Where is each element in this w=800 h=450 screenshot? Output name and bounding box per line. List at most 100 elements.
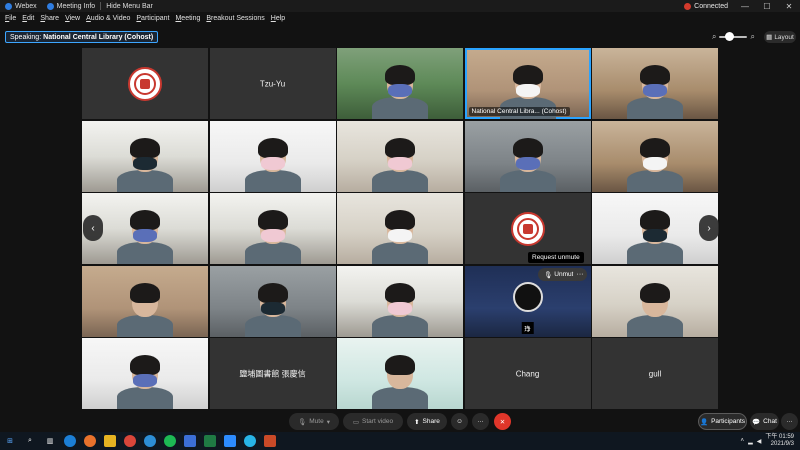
chat-label: Chat — [763, 418, 777, 425]
body — [117, 242, 173, 264]
logo-ring — [134, 72, 156, 95]
volume-icon[interactable]: ◀ — [757, 438, 762, 445]
speaking-indicator: Speaking: National Central Library (Coho… — [5, 31, 159, 43]
close-window-button[interactable]: ✕ — [778, 0, 800, 12]
participant-tile[interactable] — [592, 265, 718, 337]
body — [117, 314, 173, 337]
face-mask — [643, 84, 667, 97]
participant-tile[interactable] — [337, 193, 463, 264]
menu-file[interactable]: File — [2, 15, 19, 22]
connected-status-icon — [684, 2, 692, 10]
taskbar-clock[interactable]: 下午 01:59 2021/9/3 — [765, 434, 794, 448]
close-icon: ✕ — [499, 418, 506, 426]
hair — [130, 137, 160, 158]
participant-video — [243, 132, 303, 192]
chevron-up-icon[interactable]: ˄ — [741, 438, 745, 444]
participant-tile[interactable] — [592, 48, 718, 119]
speaking-label: Speaking: — [10, 33, 42, 41]
chrome-icon[interactable] — [124, 435, 136, 447]
participant-tile[interactable] — [337, 48, 463, 119]
participant-tile[interactable] — [592, 120, 718, 192]
reactions-button[interactable]: ☺ — [451, 413, 468, 430]
meeting-info-button[interactable]: Meeting Info — [42, 0, 101, 12]
participant-video — [498, 132, 558, 192]
body — [627, 242, 683, 264]
face-mask — [643, 229, 667, 242]
menu-audio-video[interactable]: Audio & Video — [83, 15, 133, 22]
menu-view[interactable]: View — [62, 15, 83, 22]
hide-menu-bar-label: Hide Menu Bar — [106, 2, 153, 10]
panel-more-button[interactable]: ··· — [781, 413, 798, 430]
previous-page-button[interactable]: ‹ — [83, 215, 103, 241]
tile-size-slider[interactable]: ⌕ ⌕ — [712, 31, 762, 43]
participant-tile[interactable] — [209, 193, 336, 264]
participant-tile[interactable] — [337, 120, 463, 192]
slider-knob[interactable] — [725, 32, 735, 41]
more-options-button[interactable]: ··· — [472, 413, 489, 430]
start-video-label: Start video — [362, 418, 394, 425]
participant-tile[interactable]: Chang — [464, 338, 591, 409]
chevron-left-icon: ‹ — [91, 222, 95, 234]
participant-tile[interactable] — [82, 48, 208, 119]
participant-tile[interactable] — [209, 265, 336, 337]
participant-tile[interactable] — [82, 338, 208, 409]
hair — [512, 65, 543, 85]
webex-app-label[interactable]: Webex — [0, 0, 42, 12]
minimize-button[interactable]: — — [734, 0, 756, 12]
edge-browser-icon[interactable] — [64, 435, 76, 447]
leave-meeting-button[interactable]: ✕ — [494, 413, 511, 430]
menu-share[interactable]: Share — [37, 15, 62, 22]
menu-help[interactable]: Help — [268, 15, 288, 22]
body — [372, 169, 428, 192]
participant-tile[interactable] — [337, 338, 463, 409]
participant-tile[interactable] — [337, 265, 463, 337]
participant-tile[interactable]: Tzu-Yu — [209, 48, 336, 119]
participant-video — [115, 349, 175, 409]
menu-participant[interactable]: Participant — [133, 15, 172, 22]
share-button[interactable]: ⬆ Share — [407, 413, 447, 430]
participant-tile[interactable] — [464, 120, 591, 192]
windows-start-icon[interactable]: ⊞ — [4, 435, 16, 447]
participants-label: Participants — [711, 418, 746, 425]
participant-tile[interactable]: National Central Libra... (Cohost) — [464, 48, 591, 119]
face-mask — [515, 84, 540, 97]
participants-button[interactable]: 👤 Participants — [698, 413, 747, 430]
search-icon[interactable]: ⌕ — [24, 435, 36, 447]
participant-video — [625, 277, 685, 337]
next-page-button[interactable]: › — [699, 215, 719, 241]
chat-button[interactable]: 💬 Chat — [750, 413, 779, 430]
network-icon[interactable]: ▂ — [748, 438, 753, 445]
face-mask — [133, 229, 157, 242]
webex-taskbar-icon[interactable] — [244, 435, 256, 447]
powerpoint-icon[interactable] — [264, 435, 276, 447]
slider-track[interactable] — [719, 32, 748, 41]
menu-meeting[interactable]: Meeting — [172, 15, 203, 22]
maximize-button[interactable]: ☐ — [756, 0, 778, 12]
mute-button[interactable]: 🎙 Mute ▾ — [289, 413, 339, 430]
participant-tile[interactable]: 鹽埔圖書館 張慶信 — [209, 338, 336, 409]
zoom-app-icon[interactable] — [224, 435, 236, 447]
body — [244, 169, 301, 192]
task-view-icon[interactable]: ▥ — [44, 435, 56, 447]
participant-more-button[interactable]: ··· — [573, 268, 587, 281]
participant-name: 琤 — [521, 321, 534, 334]
participant-tile[interactable] — [209, 120, 336, 192]
internet-explorer-icon[interactable] — [144, 435, 156, 447]
store-icon[interactable] — [184, 435, 196, 447]
mic-icon: 🎙 — [544, 271, 553, 279]
participant-tile[interactable] — [82, 120, 208, 192]
menu-edit[interactable]: Edit — [19, 15, 37, 22]
layout-button[interactable]: ▦ Layout — [764, 31, 796, 43]
file-explorer-icon[interactable] — [104, 435, 116, 447]
body — [244, 314, 301, 337]
excel-icon[interactable] — [204, 435, 216, 447]
participant-tile[interactable]: gull — [592, 338, 718, 409]
start-video-button[interactable]: ▭ Start video — [343, 413, 403, 430]
body — [244, 242, 301, 264]
hide-menu-bar-button[interactable]: Hide Menu Bar — [101, 0, 158, 12]
chevron-down-icon[interactable]: ▾ — [327, 418, 330, 426]
participant-tile[interactable] — [82, 265, 208, 337]
spotify-icon[interactable] — [164, 435, 176, 447]
firefox-icon[interactable] — [84, 435, 96, 447]
menu-breakout-sessions[interactable]: Breakout Sessions — [203, 15, 267, 22]
